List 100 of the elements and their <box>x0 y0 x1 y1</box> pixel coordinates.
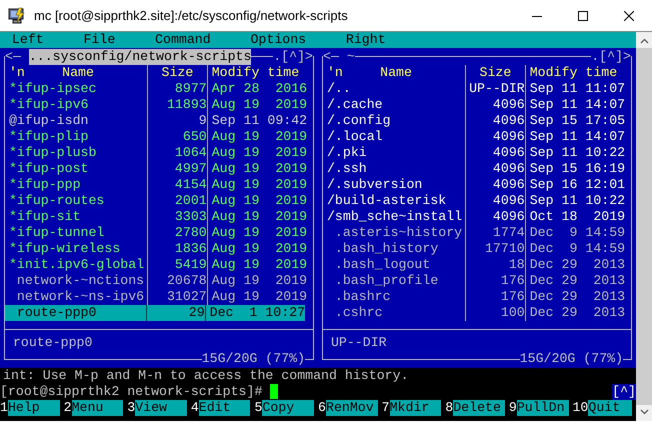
file-modified: Aug 19 2019 <box>212 225 308 240</box>
file-row[interactable]: *ifup-sit 3303 Aug 19 2019 <box>5 209 313 225</box>
file-row[interactable]: /build-asterisk 4096 Sep 11 10:22 <box>323 193 631 209</box>
function-key[interactable]: Delete <box>453 400 505 416</box>
file-name: *ifup-routes <box>8 193 104 208</box>
file-modified: Sep 15 17:05 <box>530 113 626 128</box>
file-row[interactable]: *ifup-ppp 4154 Aug 19 2019 <box>5 177 313 193</box>
file-row[interactable]: /smb_sche~install 4096 Oct 18 2019 <box>323 209 631 225</box>
menu-item[interactable]: Left <box>12 32 44 48</box>
file-row[interactable]: @ifup-isdn 9 Sep 11 09:42 <box>5 113 313 129</box>
file-row[interactable]: /.cache 4096 Sep 11 14:07 <box>323 97 631 113</box>
file-modified: Aug 19 2019 <box>212 97 308 112</box>
function-key[interactable]: Quit <box>588 400 632 416</box>
scroll-up-icon[interactable] <box>640 38 648 44</box>
function-key[interactable]: Menu <box>72 400 124 416</box>
file-row[interactable]: *ifup-ipsec 8977 Apr 28 2016 <box>5 81 313 97</box>
file-row[interactable]: .bash_profile 176 Dec 29 2013 <box>323 273 631 289</box>
file-size: 4096 <box>492 129 525 144</box>
file-row[interactable]: .cshrc 100 Dec 29 2013 <box>323 305 631 321</box>
file-modified: Aug 19 2019 <box>212 289 308 304</box>
menu-item[interactable]: Right <box>346 32 386 48</box>
file-row[interactable]: *ifup-wireless 1836 Aug 19 2019 <box>5 241 313 257</box>
scroll-down-icon[interactable] <box>640 409 648 415</box>
file-modified: Aug 19 2019 <box>212 193 308 208</box>
file-modified: Dec 29 2013 <box>530 273 626 288</box>
file-row[interactable]: *ifup-ipv6 11893 Aug 19 2019 <box>5 97 313 113</box>
menu-item[interactable]: Options <box>250 32 306 48</box>
file-row[interactable]: /.. UP--DIR Sep 11 11:07 <box>323 81 631 97</box>
file-row[interactable]: network-~nctions 20678 Aug 19 2019 <box>5 273 313 289</box>
file-modified: Oct 18 2019 <box>530 209 626 224</box>
file-modified: Aug 19 2019 <box>212 177 308 192</box>
file-row[interactable]: *ifup-post 4997 Aug 19 2019 <box>5 161 313 177</box>
file-name: .bash_profile <box>334 273 438 288</box>
history-button[interactable]: [^] <box>612 384 636 400</box>
mini-status: UP--DIR <box>330 335 387 350</box>
function-key[interactable]: Help <box>8 400 60 416</box>
file-row[interactable]: *ifup-routes 2001 Aug 19 2019 <box>5 193 313 209</box>
file-name: .bashrc <box>334 289 391 304</box>
file-row[interactable]: .bashrc 176 Dec 29 2013 <box>323 289 631 305</box>
file-size: 4096 <box>492 161 525 176</box>
file-row[interactable]: *ifup-plip 650 Aug 19 2019 <box>5 129 313 145</box>
disk-usage: 15G/20G (77%) <box>202 351 306 367</box>
file-size: 100 <box>500 305 525 320</box>
file-size: 1774 <box>492 225 525 240</box>
function-key-number: 8 <box>445 400 454 416</box>
file-modified: Aug 19 2019 <box>212 209 308 224</box>
menu-item[interactable]: Command <box>155 32 211 48</box>
file-modified: Dec 9 14:59 <box>530 241 626 256</box>
file-row[interactable]: .bash_history 17710 Dec 9 14:59 <box>323 241 631 257</box>
file-row[interactable]: /.ssh 4096 Sep 15 16:19 <box>323 161 631 177</box>
function-key[interactable]: Mkdir <box>390 400 442 416</box>
menu-item[interactable]: File <box>83 32 116 48</box>
file-row[interactable]: /.pki 4096 Sep 11 10:22 <box>323 145 631 161</box>
file-name: .bash_logout <box>334 257 430 272</box>
file-row[interactable]: .asteris~history 1774 Dec 9 14:59 <box>323 225 631 241</box>
file-modified: Aug 19 2019 <box>212 273 308 288</box>
file-row[interactable]: *ifup-plusb 1064 Aug 19 2019 <box>5 145 313 161</box>
function-key[interactable]: PullDn <box>516 400 569 416</box>
file-name: *ifup-wireless <box>8 241 120 256</box>
file-row[interactable]: /.local 4096 Sep 11 14:07 <box>323 129 631 145</box>
file-modified: Aug 19 2019 <box>212 145 308 160</box>
file-modified: Aug 19 2019 <box>212 129 308 144</box>
command-prompt: [root@sipprthk2 network-scripts]# <box>0 384 262 400</box>
sort-indicator: 'n <box>326 65 343 81</box>
history-nav[interactable]: .[^]> <box>273 49 313 65</box>
file-name: /smb_sche~install <box>326 209 462 224</box>
text-cursor <box>270 384 278 399</box>
file-size: 29 <box>188 305 205 320</box>
file-size: 4154 <box>174 177 207 192</box>
file-name: *init.ipv6-global <box>8 257 144 272</box>
file-row[interactable]: *ifup-tunnel 2780 Aug 19 2019 <box>5 225 313 241</box>
function-key-number: 2 <box>64 400 72 416</box>
function-key[interactable]: View <box>135 400 187 416</box>
file-row[interactable]: /.config 4096 Sep 15 17:05 <box>323 113 631 129</box>
file-row[interactable]: .bash_logout 18 Dec 29 2013 <box>323 257 631 273</box>
scrollbar[interactable] <box>636 32 652 421</box>
file-modified: Sep 11 10:22 <box>530 145 626 160</box>
file-modified: Apr 28 2016 <box>212 81 308 96</box>
file-size: 20678 <box>166 273 207 288</box>
history-nav[interactable]: .[^]> <box>591 49 631 65</box>
file-row[interactable]: *init.ipv6-global 5419 Aug 19 2019 <box>5 257 313 273</box>
file-name: @ifup-isdn <box>8 113 88 128</box>
function-key[interactable]: Edit <box>198 400 250 416</box>
file-row[interactable]: route-ppp0 29 Dec 1 10:27 <box>5 305 306 321</box>
file-size: 9 <box>198 113 207 128</box>
computer-icon <box>8 6 26 24</box>
file-name: *ifup-tunnel <box>8 225 104 240</box>
close-icon <box>624 10 634 20</box>
file-size: 650 <box>182 129 207 144</box>
file-row[interactable]: /.subversion 4096 Sep 16 12:01 <box>323 177 631 193</box>
function-key[interactable]: RenMov <box>326 400 378 416</box>
file-modified: Dec 29 2013 <box>530 257 626 272</box>
function-key[interactable]: Copy <box>262 400 314 416</box>
file-modified: Sep 11 14:07 <box>530 129 626 144</box>
file-name: /.subversion <box>326 177 422 192</box>
function-key-number: 5 <box>254 400 262 416</box>
file-name: .bash_history <box>334 241 438 256</box>
file-name: /.local <box>326 129 383 144</box>
file-size: 2780 <box>174 225 207 240</box>
maximize-icon <box>578 10 588 20</box>
